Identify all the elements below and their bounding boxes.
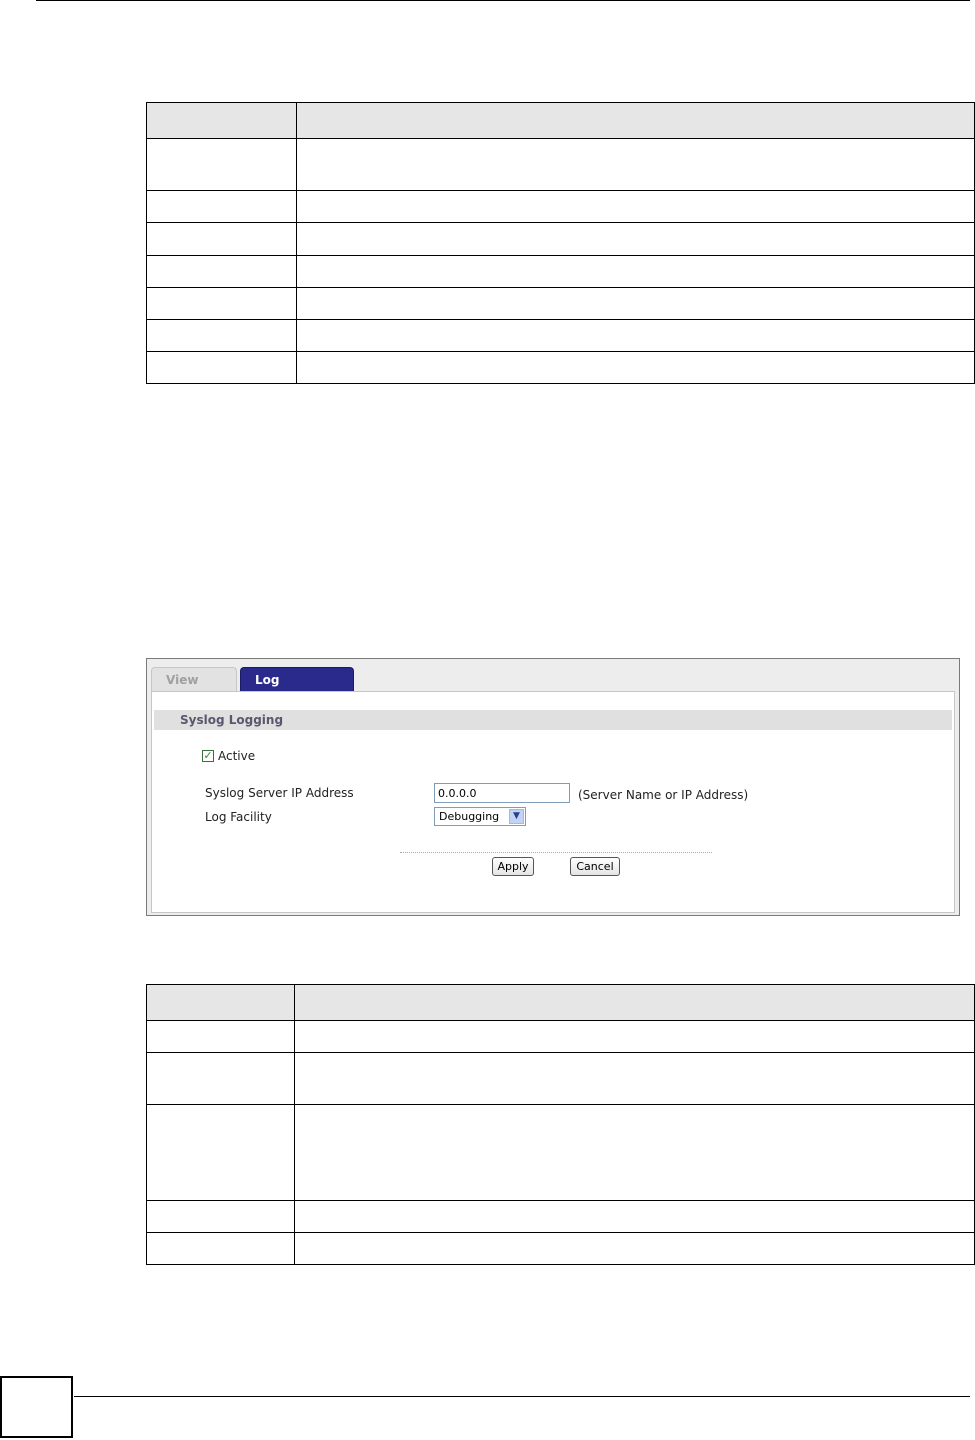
section-title: Syslog Logging bbox=[154, 710, 952, 730]
table-row bbox=[146, 319, 975, 352]
log-facility-label: Log Facility bbox=[205, 810, 272, 824]
chevron-down-icon[interactable]: ▼ bbox=[509, 809, 524, 824]
syslog-ip-hint: (Server Name or IP Address) bbox=[578, 788, 749, 802]
table-row bbox=[146, 351, 975, 384]
table-row bbox=[146, 1052, 975, 1105]
header-rule bbox=[36, 0, 970, 1]
table-bottom bbox=[146, 984, 975, 1265]
footer-rule bbox=[74, 1396, 970, 1397]
table-row bbox=[146, 1232, 975, 1265]
table-row bbox=[146, 138, 975, 191]
check-icon: ✓ bbox=[203, 749, 213, 762]
divider bbox=[400, 852, 712, 853]
table-header-row bbox=[146, 102, 975, 139]
log-facility-select[interactable]: Debugging ▼ bbox=[434, 807, 526, 826]
table-row bbox=[146, 287, 975, 320]
table-row bbox=[146, 1200, 975, 1233]
table-row bbox=[146, 190, 975, 223]
apply-button[interactable]: Apply bbox=[492, 857, 534, 876]
table-row bbox=[146, 222, 975, 256]
active-label: Active bbox=[218, 749, 256, 763]
cancel-button[interactable]: Cancel bbox=[570, 857, 620, 876]
tab-content: Syslog Logging ✓ Active Syslog Server IP… bbox=[151, 691, 955, 913]
syslog-ip-label: Syslog Server IP Address bbox=[205, 786, 354, 800]
table-row bbox=[146, 1104, 975, 1201]
table-header-row bbox=[146, 984, 975, 1021]
table-top bbox=[146, 102, 975, 384]
page-number-box bbox=[0, 1376, 73, 1438]
syslog-ip-input[interactable] bbox=[434, 783, 570, 803]
tab-view-log[interactable]: View Log bbox=[151, 667, 237, 711]
active-checkbox[interactable]: ✓ bbox=[202, 750, 214, 762]
table-row bbox=[146, 255, 975, 288]
log-facility-value: Debugging bbox=[439, 810, 500, 823]
tab-log-settings[interactable]: Log Settings bbox=[240, 667, 354, 711]
log-settings-panel: View Log Log Settings Syslog Logging ✓ A… bbox=[146, 658, 960, 916]
table-row bbox=[146, 1020, 975, 1053]
